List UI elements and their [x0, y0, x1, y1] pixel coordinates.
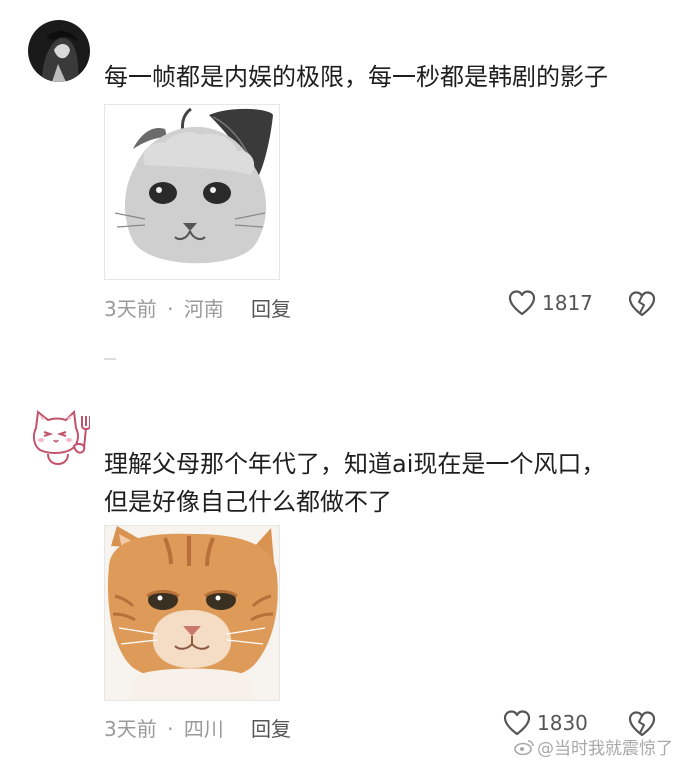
weibo-watermark: @当时我就震惊了: [514, 734, 673, 759]
comment-sticker-image[interactable]: [104, 104, 280, 280]
avatar-image: [28, 20, 90, 82]
meta-separator: ·: [167, 717, 174, 741]
weibo-logo-icon: [514, 739, 534, 755]
heart-outline-icon: [508, 290, 536, 316]
comment-divider: [104, 358, 116, 360]
citrus-cat-sticker: [105, 105, 279, 279]
user-avatar[interactable]: [28, 406, 91, 468]
comment-time: 3天前: [104, 297, 157, 321]
broken-heart-icon: [628, 291, 656, 317]
reply-button[interactable]: 回复: [251, 293, 291, 322]
reply-button[interactable]: 回复: [251, 713, 291, 742]
comment-meta: 3天前 · 四川: [104, 713, 224, 742]
comment-text-line: 但是好像自己什么都做不了: [104, 488, 392, 516]
comment-text: 每一帧都是内娱的极限，每一秒都是韩剧的影子: [104, 63, 608, 91]
like-button[interactable]: 1817: [508, 290, 593, 316]
like-count: 1817: [542, 291, 593, 315]
heart-outline-icon: [503, 710, 531, 736]
meta-separator: ·: [167, 297, 174, 321]
comment-sticker-image[interactable]: [104, 525, 280, 701]
user-avatar[interactable]: [28, 20, 90, 82]
comment-location: 河南: [183, 297, 224, 321]
dislike-button[interactable]: [628, 291, 656, 321]
comment-time: 3天前: [104, 717, 157, 741]
comment-text: 理解父母那个年代了，知道ai现在是一个风口， 但是好像自己什么都做不了: [104, 445, 605, 521]
comment-location: 四川: [183, 717, 224, 741]
watermark-text: @当时我就震惊了: [537, 739, 673, 759]
comment-text-line: 理解父母那个年代了，知道ai现在是一个风口，: [104, 450, 606, 478]
orange-cat-sticker: [105, 526, 279, 700]
like-count: 1830: [537, 711, 588, 735]
comment-meta: 3天前 · 河南: [104, 293, 224, 322]
like-button[interactable]: 1830: [503, 710, 588, 736]
avatar-image: [32, 409, 91, 466]
